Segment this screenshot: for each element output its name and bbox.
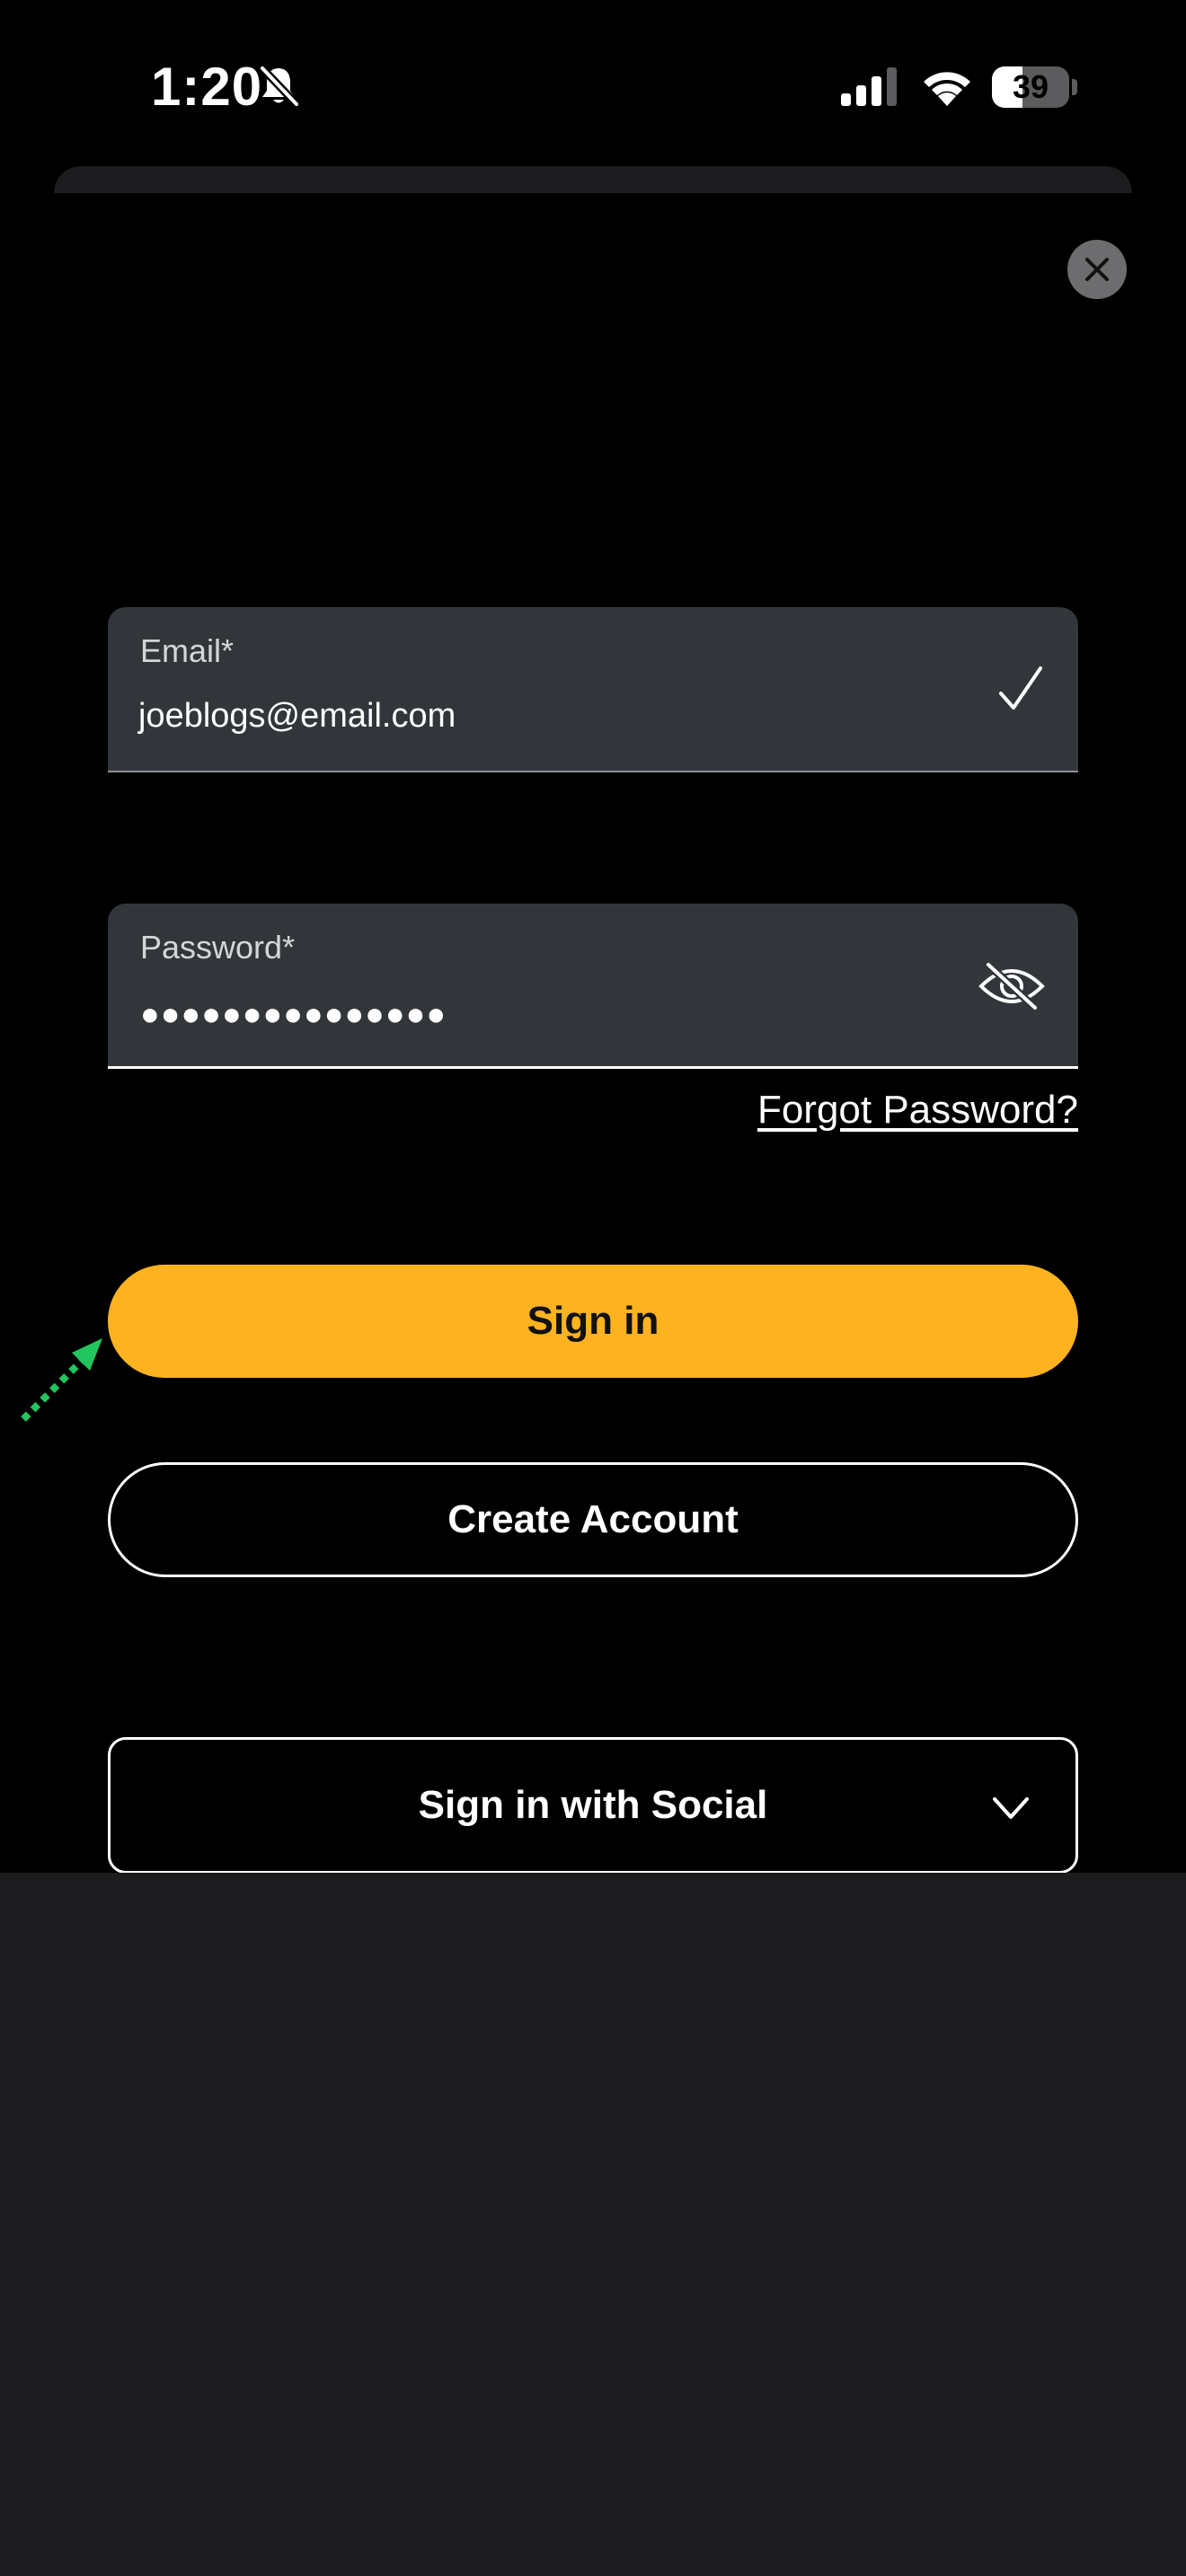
status-bar: 1:20 39 <box>0 0 1186 171</box>
sign-in-with-social-button[interactable]: Sign in with Social <box>108 1737 1078 1874</box>
chevron-down-icon <box>993 1797 1029 1819</box>
pointer-arrow-annotation <box>21 1338 102 1422</box>
cellular-signal-icon <box>841 67 897 106</box>
battery-icon: 39 <box>992 66 1069 108</box>
password-label: Password* <box>140 929 296 966</box>
sign-in-button[interactable]: Sign in <box>108 1265 1078 1378</box>
email-label: Email* <box>140 632 235 669</box>
password-field[interactable]: Password* ●●●●●●●●●●●●●●● <box>108 904 1078 1069</box>
battery-cap <box>1072 79 1077 95</box>
battery-percent: 39 <box>1012 68 1049 105</box>
forgot-password-link[interactable]: Forgot Password? <box>757 1083 1078 1137</box>
close-button[interactable] <box>1067 240 1127 299</box>
bottom-background <box>0 1873 1186 2576</box>
close-icon <box>1085 258 1109 281</box>
wifi-icon <box>924 72 970 106</box>
email-field[interactable]: Email* joeblogs@email.com <box>108 607 1078 772</box>
sign-in-social-label: Sign in with Social <box>418 1783 768 1827</box>
sign-in-label: Sign in <box>527 1299 659 1343</box>
status-time: 1:20 <box>151 57 263 117</box>
create-account-label: Create Account <box>447 1497 739 1541</box>
sheet-cover <box>0 193 1186 202</box>
password-value[interactable]: ●●●●●●●●●●●●●●● <box>140 993 447 1035</box>
create-account-button[interactable]: Create Account <box>108 1462 1078 1577</box>
checkmark-icon <box>999 666 1042 710</box>
bell-slash-icon <box>259 65 300 108</box>
email-value[interactable]: joeblogs@email.com <box>138 695 456 737</box>
eye-slash-icon[interactable] <box>976 959 1048 1013</box>
